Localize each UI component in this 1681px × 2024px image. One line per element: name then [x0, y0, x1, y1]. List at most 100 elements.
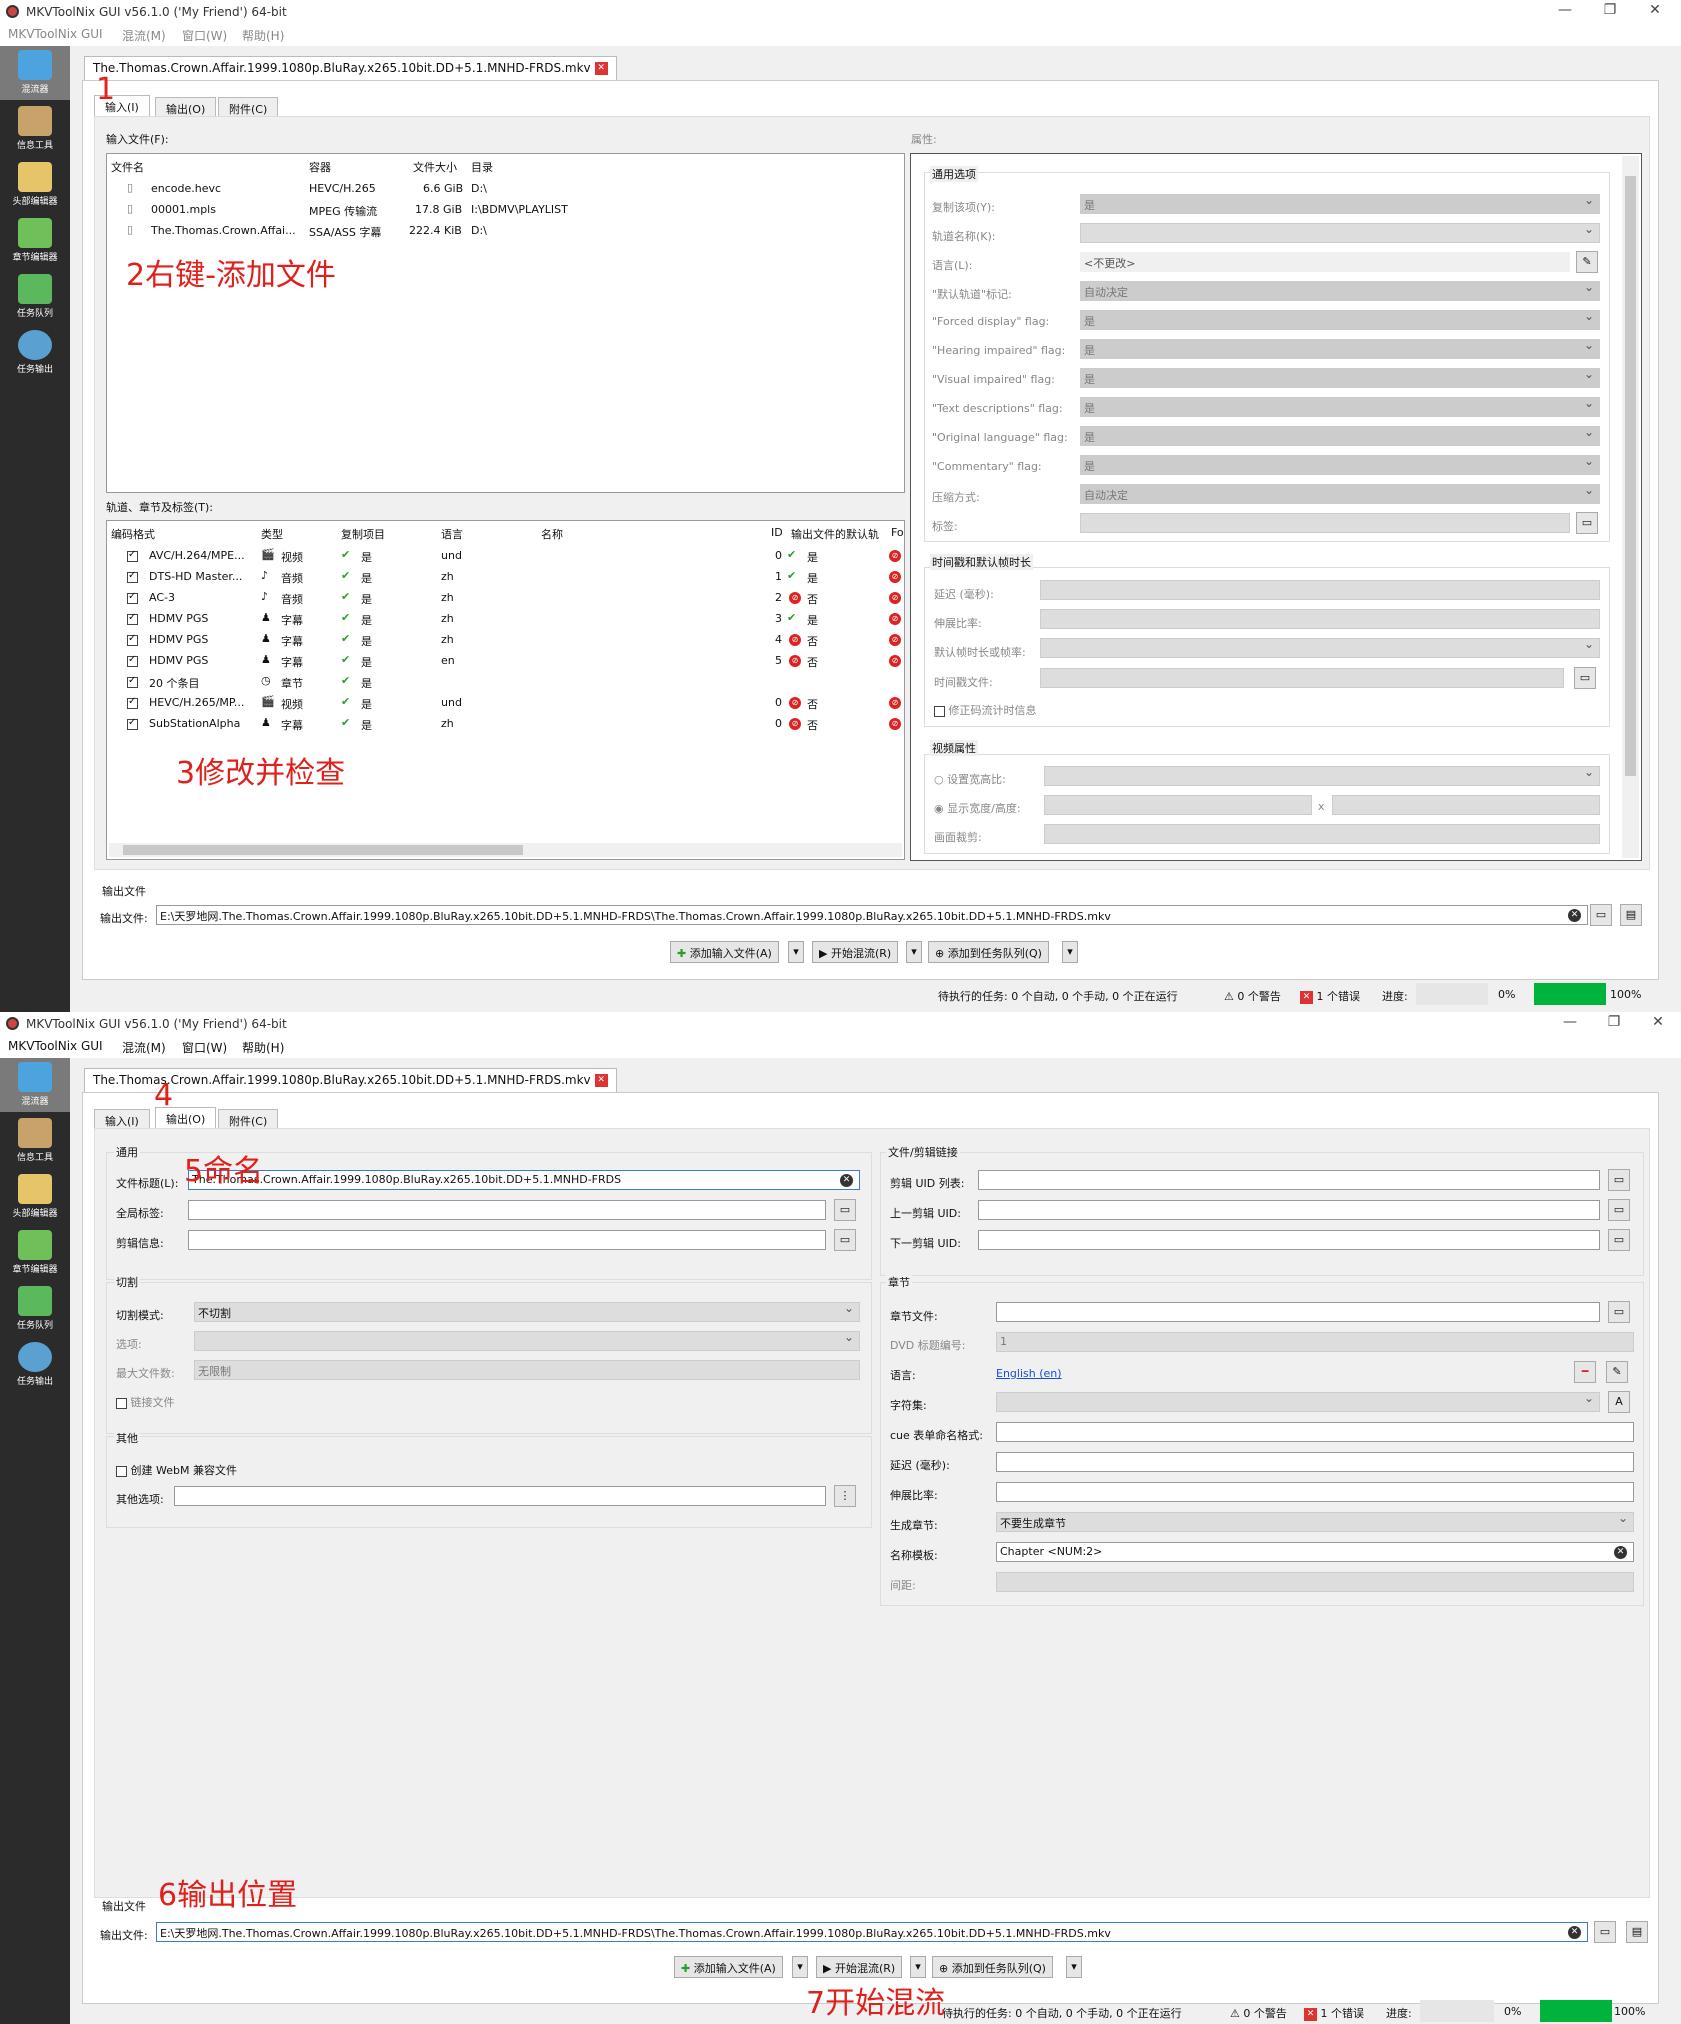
track-checkbox[interactable]: [127, 654, 138, 667]
property-field[interactable]: [1080, 223, 1600, 243]
queue-dropdown-button[interactable]: ▾: [1066, 1956, 1082, 1978]
browse-output-button[interactable]: ▭: [1590, 904, 1612, 926]
display-height-input[interactable]: [1332, 795, 1600, 815]
other-options-button[interactable]: ⋮: [834, 1485, 856, 1507]
add-input-files-button[interactable]: ✚ 添加输入文件(A): [670, 941, 779, 963]
prev-uid-input[interactable]: [978, 1200, 1600, 1220]
chapter-file-input[interactable]: [996, 1302, 1600, 1322]
browse-next-button[interactable]: ▭: [1608, 1229, 1630, 1251]
sidebar-item-output[interactable]: 任务输出: [0, 326, 70, 380]
browse-prev-button[interactable]: ▭: [1608, 1199, 1630, 1221]
edit-language-button[interactable]: ✎: [1576, 251, 1598, 273]
sidebar-item-mux[interactable]: 混流器: [0, 1058, 70, 1112]
add-to-queue-button[interactable]: ⊕ 添加到任务队列(Q): [932, 1956, 1053, 1978]
link-files-checkbox[interactable]: 链接文件: [116, 1394, 175, 1410]
sidebar-item-chapter[interactable]: 章节编辑器: [0, 214, 70, 268]
close-button[interactable]: ✕: [1638, 1014, 1678, 1030]
sidebar-item-queue[interactable]: 任务队列: [0, 1282, 70, 1336]
sidebar-item-header[interactable]: 头部编辑器: [0, 1170, 70, 1224]
stretch-input[interactable]: [1040, 609, 1600, 629]
clear-icon[interactable]: ✕: [1614, 1546, 1627, 1559]
track-checkbox[interactable]: [127, 717, 138, 730]
generate-chapters-select[interactable]: 不要生成章节: [996, 1512, 1634, 1532]
aspect-radio[interactable]: ○ 设置宽高比:: [934, 771, 1006, 787]
sidebar-item-info[interactable]: 信息工具: [0, 1114, 70, 1168]
file-title-input[interactable]: The.Thomas.Crown.Affair.1999.1080p.BluRa…: [188, 1170, 860, 1190]
frame-rate-select[interactable]: [1040, 638, 1600, 658]
fix-bitstream-checkbox[interactable]: 修正码流计时信息: [934, 702, 1037, 718]
track-checkbox[interactable]: [127, 570, 138, 583]
browse-tags-button[interactable]: ▭: [834, 1199, 856, 1221]
name-template-input[interactable]: Chapter <NUM:2> ✕: [996, 1542, 1634, 1562]
property-field[interactable]: <不更改>: [1080, 252, 1570, 272]
scroll-thumb[interactable]: [123, 845, 523, 855]
file-row[interactable]: ▯ The.Thomas.Crown.Affai... SSA/ASS 字幕 2…: [107, 222, 897, 242]
other-options-input[interactable]: [174, 1486, 826, 1506]
output-menu-button[interactable]: ▤: [1626, 1921, 1648, 1943]
start-muxing-button[interactable]: ▶ 开始混流(R): [816, 1956, 903, 1978]
close-tab-icon[interactable]: ✕: [594, 62, 608, 75]
property-field[interactable]: 是: [1080, 426, 1600, 446]
track-row[interactable]: DTS-HD Master...♪音频✔是zh1✔是⊘: [107, 568, 902, 588]
browse-seginfo-button[interactable]: ▭: [834, 1229, 856, 1251]
edit-language-button[interactable]: ✎: [1606, 1361, 1628, 1383]
property-field[interactable]: 是: [1080, 339, 1600, 359]
track-checkbox[interactable]: [127, 696, 138, 709]
sidebar-item-queue[interactable]: 任务队列: [0, 270, 70, 324]
dvd-title-spin[interactable]: 1: [996, 1332, 1634, 1352]
track-checkbox[interactable]: [127, 612, 138, 625]
output-menu-button[interactable]: ▤: [1620, 904, 1642, 926]
menu-app[interactable]: MKVToolNix GUI: [8, 27, 103, 41]
menu-help[interactable]: 帮助(H): [242, 1039, 284, 1056]
add-dropdown-button[interactable]: ▾: [788, 941, 804, 963]
queue-dropdown-button[interactable]: ▾: [1062, 941, 1078, 963]
maximize-button[interactable]: ❐: [1594, 1014, 1634, 1030]
chapter-stretch-input[interactable]: [996, 1482, 1634, 1502]
clear-icon[interactable]: ✕: [1568, 1926, 1581, 1939]
browse-chapter-button[interactable]: ▭: [1608, 1301, 1630, 1323]
property-field[interactable]: 自动决定: [1080, 281, 1600, 301]
property-field[interactable]: 是: [1080, 194, 1600, 214]
split-options-select[interactable]: [194, 1331, 860, 1351]
add-to-queue-button[interactable]: ⊕ 添加到任务队列(Q): [928, 941, 1049, 963]
clear-icon[interactable]: ✕: [1568, 909, 1581, 922]
track-row[interactable]: HDMV PGS♟字幕✔是en5⊘否⊘: [107, 652, 902, 672]
start-muxing-button[interactable]: ▶ 开始混流(R): [812, 941, 899, 963]
property-field[interactable]: 是: [1080, 368, 1600, 388]
props-scrollbar[interactable]: [1622, 156, 1639, 858]
menu-app[interactable]: MKVToolNix GUI: [8, 1039, 103, 1053]
split-mode-select[interactable]: 不切割: [194, 1302, 860, 1322]
cue-format-input[interactable]: [996, 1422, 1634, 1442]
property-field[interactable]: 是: [1080, 397, 1600, 417]
track-checkbox[interactable]: [127, 549, 138, 562]
track-row[interactable]: HEVC/H.265/MP...🎬视频✔是und0⊘否⊘: [107, 694, 902, 714]
scroll-thumb[interactable]: [1625, 176, 1636, 776]
property-field[interactable]: 是: [1080, 310, 1600, 330]
track-row[interactable]: AVC/H.264/MPE...🎬视频✔是und0✔是⊘: [107, 547, 902, 567]
maximize-button[interactable]: ❐: [1590, 2, 1630, 18]
track-row[interactable]: HDMV PGS♟字幕✔是zh4⊘否⊘: [107, 631, 902, 651]
sidebar-item-header[interactable]: 头部编辑器: [0, 158, 70, 212]
crop-input[interactable]: [1044, 824, 1600, 844]
output-file-input[interactable]: E:\天罗地网.The.Thomas.Crown.Affair.1999.108…: [156, 1922, 1588, 1942]
segment-uids-input[interactable]: [978, 1170, 1600, 1190]
tab-input[interactable]: 输入(I): [94, 1109, 150, 1129]
property-field[interactable]: 是: [1080, 455, 1600, 475]
file-row[interactable]: ▯ 00001.mpls MPEG 传输流 17.8 GiB I:\BDMV\P…: [107, 201, 897, 221]
track-checkbox[interactable]: [127, 633, 138, 646]
tab-output[interactable]: 输出(O): [155, 97, 217, 117]
track-row[interactable]: SubStationAlpha♟字幕✔是zh0⊘否⊘: [107, 715, 902, 735]
tab-attachments[interactable]: 附件(C): [218, 1109, 279, 1129]
menu-help[interactable]: 帮助(H): [242, 27, 284, 44]
horizontal-scrollbar[interactable]: [109, 843, 902, 857]
minimize-button[interactable]: —: [1550, 1014, 1590, 1030]
delay-input[interactable]: [1040, 580, 1600, 600]
remove-language-button[interactable]: ━: [1574, 1361, 1596, 1383]
close-button[interactable]: ✕: [1635, 2, 1675, 18]
display-wh-radio[interactable]: ◉ 显示宽度/高度:: [934, 800, 1021, 816]
global-tags-input[interactable]: [188, 1200, 826, 1220]
sidebar-item-output[interactable]: 任务输出: [0, 1338, 70, 1392]
add-input-files-button[interactable]: ✚ 添加输入文件(A): [674, 1956, 783, 1978]
tab-attachments[interactable]: 附件(C): [218, 97, 279, 117]
track-checkbox[interactable]: [127, 591, 138, 604]
